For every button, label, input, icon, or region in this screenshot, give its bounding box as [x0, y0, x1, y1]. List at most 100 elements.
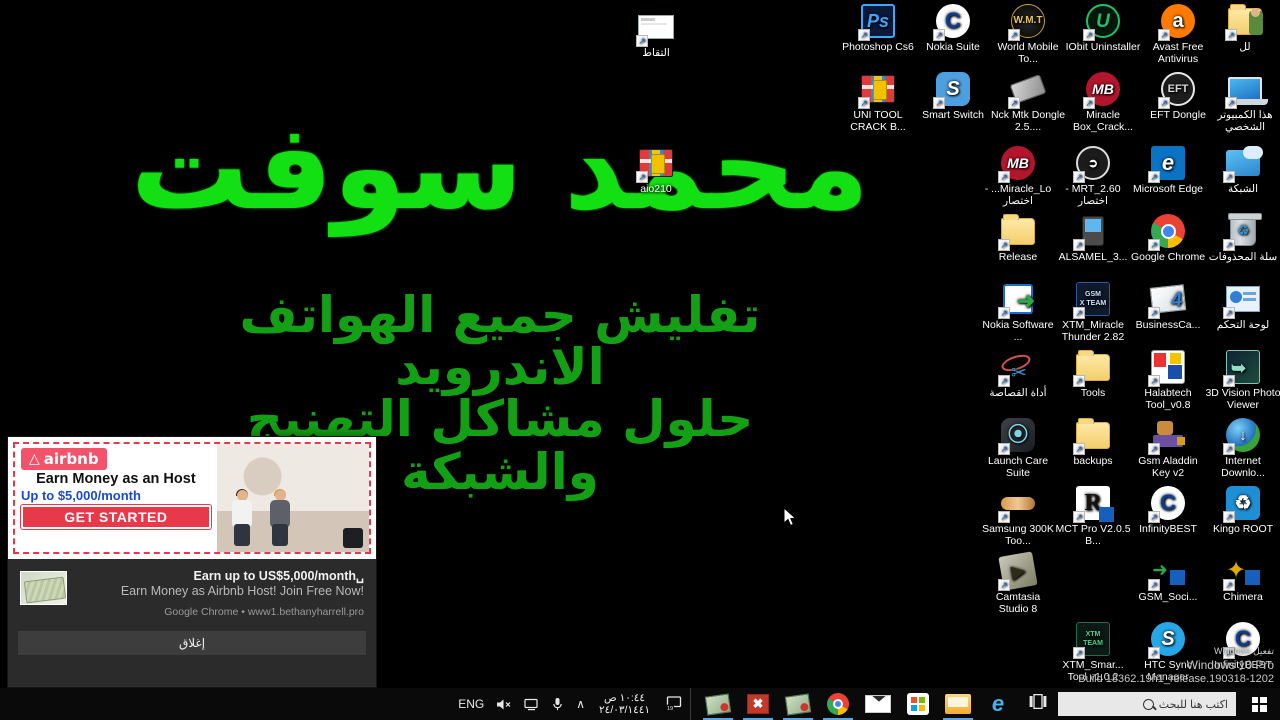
desktop-icon-label: Microsoft Edge	[1132, 183, 1204, 195]
nck-dongle-icon	[1008, 70, 1047, 109]
desktop-icon-recycle-bin-icon[interactable]: سلة المحذوفات	[1205, 212, 1280, 264]
shortcut-overlay-icon	[1083, 29, 1095, 41]
shortcut-overlay-icon	[1223, 171, 1235, 183]
taskbar-excel[interactable]: ✖	[738, 688, 778, 720]
business-cards-icon: 4	[1148, 280, 1187, 319]
desktop-icon-camtasia-studio-icon[interactable]: ▶Camtasia Studio 8	[980, 551, 1056, 615]
clock-date: ٢٤/٠٣/١٤٤١	[599, 704, 650, 716]
desktop-icon-smart-switch-icon[interactable]: SSmart Switch	[915, 70, 991, 122]
desktop-icon-label: XTM_Miracle Thunder 2.82	[1061, 319, 1125, 343]
desktop-icon-control-panel-icon[interactable]: لوحة التحكم	[1205, 280, 1280, 332]
desktop-icon-label: Camtasia Studio 8	[995, 591, 1041, 615]
taskbar-microsoft-store[interactable]	[898, 688, 938, 720]
taskbar-photo-viewer-2[interactable]	[698, 688, 738, 720]
desktop-icon-network-icon[interactable]: الشبكة	[1205, 144, 1280, 196]
mrt-dongle-icon: ➲	[1073, 144, 1112, 183]
shortcut-overlay-icon	[998, 579, 1010, 591]
shortcut-overlay-icon	[1225, 29, 1237, 41]
desktop-icon-business-cards-icon[interactable]: 4BusinessCa...	[1130, 280, 1206, 332]
desktop-icon-infinity-best-icon[interactable]: CInfinityBEST	[1130, 484, 1206, 536]
desktop-icon-gsm-aladdin-key-icon[interactable]: Gsm Aladdin Key v2	[1130, 416, 1206, 479]
shortcut-overlay-icon	[1223, 375, 1235, 387]
desktop-icon-miracle-loader-icon[interactable]: MBMiracle_Lo... - اختصار	[980, 144, 1056, 207]
desktop-icon-halabtech-tool-icon[interactable]: Halabtech Tool_v0.8	[1130, 348, 1206, 411]
watermark-activate-line: تفعيل Windows	[1214, 646, 1274, 656]
desktop-icon-miracle-box-icon[interactable]: MBMiracle Box_Crack...	[1065, 70, 1141, 133]
shortcut-overlay-icon	[1148, 171, 1160, 183]
desktop-icon-chimera-tool-icon[interactable]: ✦Chimera	[1205, 552, 1280, 604]
action-center-button[interactable]: 19	[658, 694, 690, 715]
desktop-icon-label: Smart Switch	[922, 109, 984, 121]
language-indicator[interactable]: ENG	[452, 688, 490, 720]
display-icon[interactable]	[518, 688, 545, 720]
shortcut-overlay-icon	[1148, 579, 1160, 591]
ad-luggage	[342, 528, 363, 548]
shortcut-overlay-icon	[933, 29, 945, 41]
desktop-icon-eft-dongle-icon[interactable]: EFTEFT Dongle	[1140, 70, 1216, 122]
desktop-icon-shared-folder-icon[interactable]: لل	[1207, 2, 1280, 54]
taskbar-chrome[interactable]	[818, 688, 858, 720]
network-icon	[1223, 144, 1263, 183]
desktop-icon-folder-icon[interactable]: Release	[980, 212, 1056, 264]
notification-description: Earn Money as Airbnb Host! Join Free Now…	[120, 584, 364, 598]
desktop-icon-folder-icon[interactable]: backups	[1055, 416, 1131, 468]
volume-muted-icon[interactable]	[490, 688, 518, 720]
notification-ad-banner[interactable]: △ airbnb Earn Money as an Host Up to $5,…	[8, 437, 376, 559]
desktop-icon-nck-dongle-icon[interactable]: Nck Mtk Dongle 2.5....	[990, 70, 1066, 133]
desktop-icon-gsm-x-team-icon[interactable]: GSMX TEAMXTM_Miracle Thunder 2.82	[1055, 280, 1131, 343]
taskbar-edge[interactable]: e	[978, 688, 1018, 720]
desktop-icon-screenshot-capture-icon[interactable]: التقاط	[618, 8, 694, 60]
microphone-icon[interactable]	[545, 688, 570, 720]
system-tray[interactable]: 19 ١٠:٤٤ ص ٢٤/٠٣/١٤٤١ ∧ ENG	[448, 688, 698, 720]
task-view-button[interactable]	[1018, 688, 1058, 720]
taskbar-photo-viewer[interactable]	[778, 688, 818, 720]
taskbar-file-explorer[interactable]	[938, 688, 978, 720]
search-input[interactable]: اكتب هنا للبحث	[1058, 692, 1236, 716]
desktop-icon-gsm-social-icon[interactable]: ➜GSM_Soci...	[1130, 552, 1206, 604]
desktop-icon-microsoft-edge-icon[interactable]: eMicrosoft Edge	[1130, 144, 1206, 196]
desktop-icon-nokia-suite-icon[interactable]: CNokia Suite	[915, 2, 991, 54]
desktop-icon-snipping-tool-icon[interactable]: ✂أداة القصاصة	[980, 348, 1056, 400]
desktop-icon-this-pc-icon[interactable]: هذا الكمبيوتر الشخصي	[1207, 70, 1280, 133]
wallpaper-line-1: تفليش جميع الهواتف	[239, 286, 761, 344]
desktop-icon-nokia-software-updater-icon[interactable]: ➜Nokia Software ...	[980, 280, 1056, 343]
show-desktop-button[interactable]	[690, 688, 698, 720]
ad-cta-button[interactable]: GET STARTED	[21, 505, 211, 529]
notification-count: 19	[667, 706, 673, 710]
desktop-icon-label: الشبكة	[1227, 183, 1259, 195]
desktop-icon-3d-vision-photo-viewer-icon[interactable]: ➥3D Vision Photo Viewer	[1205, 348, 1280, 411]
desktop-icon-mct-pro-icon[interactable]: RMCT Pro V2.0.5 B...	[1055, 484, 1131, 547]
desktop-icon-world-mobile-tool-icon[interactable]: W.M.TWorld Mobile To...	[990, 2, 1066, 65]
desktop-icon-mrt-dongle-icon[interactable]: ➲MRT_2.60 - اختصار	[1055, 144, 1131, 207]
chrome-notification-toast[interactable]: △ airbnb Earn Money as an Host Up to $5,…	[8, 437, 376, 687]
desktop-icon-label: Release	[998, 251, 1038, 263]
start-button[interactable]	[1238, 688, 1280, 720]
desktop-icon-google-chrome-icon[interactable]: Google Chrome	[1130, 212, 1206, 264]
windows-logo-icon	[1251, 696, 1267, 712]
desktop-icon-samsung-300k-tool-icon[interactable]: Samsung 300K Too...	[980, 484, 1056, 547]
ad-subline: Up to $5,000/month	[21, 488, 141, 503]
taskbar[interactable]: اكتب هنا للبحث e ✖ 19 ١٠:٤٤ ص ٢٤/٠٣/١٤٤١ …	[0, 688, 1280, 720]
desktop-icon-iobit-uninstaller-icon[interactable]: UIObit Uninstaller	[1065, 2, 1141, 54]
desktop-icon-winrar-archive-icon[interactable]: aio210	[618, 144, 694, 196]
desktop-icon-label: Halabtech Tool_v0.8	[1144, 387, 1192, 411]
notification-body[interactable]: Earn up to US$5,000/month␣ Earn Money as…	[8, 559, 376, 625]
desktop-icon-launch-care-suite-icon[interactable]: ⦿Launch Care Suite	[980, 416, 1056, 479]
microsoft-store-icon	[907, 693, 929, 715]
desktop-icon-internet-download-manager-icon[interactable]: ↓Internet Downlo...	[1205, 416, 1280, 479]
desktop-icon-folder-icon[interactable]: Tools	[1055, 348, 1131, 400]
desktop-icon-winrar-archive-icon[interactable]: UNI TOOL CRACK B...	[840, 70, 916, 133]
desktop-icon-label: MRT_2.60 - اختصار	[1065, 183, 1121, 207]
show-hidden-icons-button[interactable]: ∧	[570, 688, 591, 720]
airbnb-mark-icon: △	[29, 451, 40, 467]
desktop-icon-kingo-root-icon[interactable]: ♻Kingo ROOT	[1205, 484, 1280, 536]
iobit-uninstaller-icon: U	[1083, 2, 1122, 41]
taskbar-clock[interactable]: ١٠:٤٤ ص ٢٤/٠٣/١٤٤١	[591, 692, 658, 716]
desktop-icon-photoshop-icon[interactable]: PsPhotoshop Cs6	[840, 2, 916, 54]
desktop-icon-avast-antivirus-icon[interactable]: aAvast Free Antivirus	[1140, 2, 1216, 65]
notification-close-button[interactable]: إغلاق	[18, 631, 366, 655]
desktop-icon-alsamel-phone-icon[interactable]: ALSAMEL_3...	[1055, 212, 1131, 264]
notification-title: Earn up to US$5,000/month␣	[193, 569, 364, 583]
taskbar-mail[interactable]	[858, 688, 898, 720]
desktop-icon-label: Avast Free Antivirus	[1152, 41, 1204, 65]
